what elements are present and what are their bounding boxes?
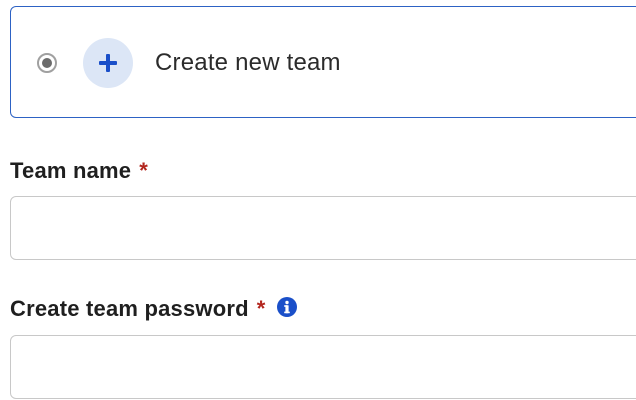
required-marker: * xyxy=(256,296,266,321)
team-name-label: Team name * xyxy=(10,158,148,184)
create-new-team-option[interactable]: Create new team xyxy=(10,6,636,118)
team-password-label: Create team password * xyxy=(10,296,298,324)
team-password-input[interactable] xyxy=(10,335,636,399)
team-name-label-text: Team name xyxy=(10,158,132,183)
team-name-input[interactable] xyxy=(10,196,636,260)
create-new-team-label: Create new team xyxy=(155,49,341,76)
plus-icon xyxy=(83,38,133,88)
create-team-form: Create new team Team name * Create team p… xyxy=(0,0,636,400)
info-icon[interactable] xyxy=(276,296,298,324)
create-new-team-radio[interactable] xyxy=(37,53,57,73)
team-password-label-text: Create team password xyxy=(10,296,249,321)
required-marker: * xyxy=(139,158,148,183)
